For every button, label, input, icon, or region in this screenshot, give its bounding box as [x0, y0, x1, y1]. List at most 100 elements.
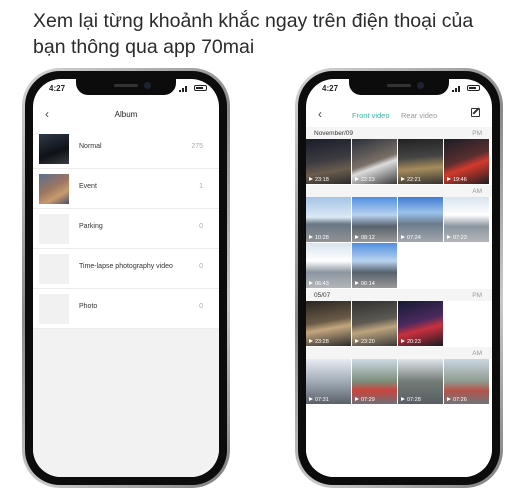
play-icon: [309, 235, 313, 239]
play-icon: [401, 339, 405, 343]
signal-icon: [179, 85, 189, 92]
video-duration: 23:20: [361, 339, 375, 345]
video-list: November/09 PM 23:18 22:23 22:21 19:46 A…: [306, 127, 492, 477]
section-header: November/09 PM: [306, 127, 492, 139]
play-icon: [401, 235, 405, 239]
video-thumbnail[interactable]: 07:31: [306, 359, 351, 404]
video-thumbnail[interactable]: 07:29: [352, 359, 397, 404]
right-phone: 4:27 ‹ Front video Rear video November/0…: [295, 68, 503, 488]
video-thumbnail[interactable]: 23:20: [352, 301, 397, 346]
album-item-label: Photo: [79, 303, 98, 310]
play-icon: [309, 281, 313, 285]
video-thumbnail[interactable]: 23:28: [306, 301, 351, 346]
album-item-count: 0: [199, 223, 203, 230]
video-tabs: ‹ Front video Rear video: [306, 103, 492, 127]
album-item-count: 275: [191, 143, 203, 150]
play-icon: [401, 397, 405, 401]
video-thumbnail[interactable]: 07:26: [444, 359, 489, 404]
album-item-label: Normal: [79, 143, 102, 150]
video-duration: 19:46: [453, 177, 467, 183]
video-duration: 06:14: [361, 281, 375, 287]
album-item-count: 0: [199, 263, 203, 270]
video-duration: 08:12: [361, 235, 375, 241]
play-icon: [355, 339, 359, 343]
video-thumbnail[interactable]: 10:28: [306, 197, 351, 242]
battery-icon: [194, 85, 207, 91]
play-icon: [401, 177, 405, 181]
video-duration: 22:23: [361, 177, 375, 183]
video-thumbnail[interactable]: 06:43: [306, 243, 351, 288]
album-thumbnail: [39, 254, 69, 284]
video-duration: 07:28: [407, 397, 421, 403]
album-item-label: Event: [79, 183, 97, 190]
play-icon: [355, 235, 359, 239]
video-thumbnail[interactable]: 23:18: [306, 139, 351, 184]
video-duration: 23:18: [315, 177, 329, 183]
section-date: 05/07: [314, 292, 331, 299]
video-thumbnail[interactable]: 06:14: [352, 243, 397, 288]
video-thumbnail[interactable]: 07:24: [398, 197, 443, 242]
tab-rear-video[interactable]: Rear video: [401, 111, 437, 120]
video-thumbnail[interactable]: 07:23: [444, 197, 489, 242]
video-duration: 07:29: [361, 397, 375, 403]
page-title: Album: [114, 110, 138, 119]
album-thumbnail: [39, 294, 69, 324]
album-item-event[interactable]: Event 1: [33, 169, 219, 209]
section-date: November/09: [314, 130, 354, 137]
video-thumbnail[interactable]: 07:28: [398, 359, 443, 404]
play-icon: [309, 397, 313, 401]
video-thumbnail[interactable]: 08:12: [352, 197, 397, 242]
section-header: AM: [306, 185, 492, 197]
video-screen: 4:27 ‹ Front video Rear video November/0…: [306, 79, 492, 477]
video-thumbnail[interactable]: 22:23: [352, 139, 397, 184]
album-list: Normal 275 Event 1 Parking 0 Time-lapse …: [33, 129, 219, 477]
left-phone: 4:27 ‹ Album Normal 275 Event 1 Parking …: [22, 68, 230, 488]
play-icon: [309, 177, 313, 181]
signal-icon: [452, 85, 462, 92]
status-time: 4:27: [49, 84, 66, 93]
video-duration: 07:24: [407, 235, 421, 241]
video-duration: 07:23: [453, 235, 467, 241]
album-thumbnail: [39, 174, 69, 204]
album-item-parking[interactable]: Parking 0: [33, 209, 219, 249]
play-icon: [309, 339, 313, 343]
section-period: PM: [472, 130, 482, 137]
album-screen: 4:27 ‹ Album Normal 275 Event 1 Parking …: [33, 79, 219, 477]
battery-icon: [467, 85, 480, 91]
album-thumbnail: [39, 134, 69, 164]
section-period: AM: [472, 350, 482, 357]
album-item-normal[interactable]: Normal 275: [33, 129, 219, 169]
video-thumbnail[interactable]: 20:23: [398, 301, 443, 346]
video-duration: 23:28: [315, 339, 329, 345]
section-period: AM: [472, 188, 482, 195]
play-icon: [355, 397, 359, 401]
tab-front-video[interactable]: Front video: [352, 111, 390, 120]
video-duration: 20:23: [407, 339, 421, 345]
video-duration: 07:26: [453, 397, 467, 403]
album-item-count: 1: [199, 183, 203, 190]
section-header: 05/07 PM: [306, 289, 492, 301]
album-item-timelapse[interactable]: Time-lapse photography video 0: [33, 249, 219, 289]
play-icon: [355, 177, 359, 181]
video-duration: 22:21: [407, 177, 421, 183]
play-icon: [447, 177, 451, 181]
navbar: ‹ Album: [33, 103, 219, 127]
play-icon: [355, 281, 359, 285]
play-icon: [447, 397, 451, 401]
status-time: 4:27: [322, 84, 339, 93]
edit-icon[interactable]: [471, 108, 480, 117]
headline: Xem lại từng khoảnh khắc ngay trên điện …: [33, 10, 474, 58]
section-period: PM: [472, 292, 482, 299]
album-item-photo[interactable]: Photo 0: [33, 289, 219, 329]
section-header: AM: [306, 347, 492, 359]
video-thumbnail[interactable]: 19:46: [444, 139, 489, 184]
album-item-count: 0: [199, 303, 203, 310]
video-duration: 10:28: [315, 235, 329, 241]
back-icon[interactable]: ‹: [318, 107, 322, 121]
video-thumbnail[interactable]: 22:21: [398, 139, 443, 184]
album-thumbnail: [39, 214, 69, 244]
album-item-label: Time-lapse photography video: [79, 263, 173, 270]
play-icon: [447, 235, 451, 239]
video-duration: 07:31: [315, 397, 329, 403]
video-duration: 06:43: [315, 281, 329, 287]
